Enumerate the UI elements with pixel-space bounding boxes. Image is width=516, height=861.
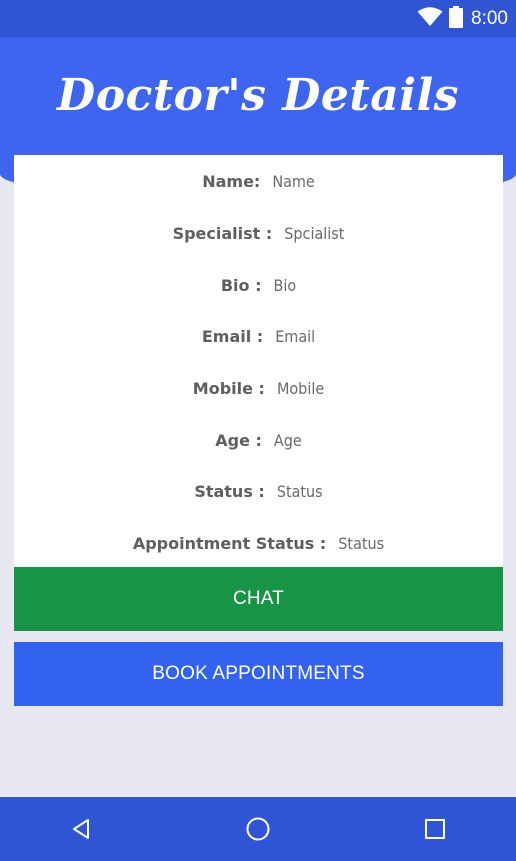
appointment-status-value: Status	[338, 533, 385, 553]
status-label: Status :	[194, 481, 265, 501]
bio-value: Bio	[273, 275, 297, 295]
name-value: Name	[272, 171, 315, 191]
book-appointments-button[interactable]: BOOK APPOINTMENTS	[14, 642, 503, 706]
age-value: Age	[273, 430, 302, 450]
status-time: 8:00	[471, 8, 508, 29]
recents-icon[interactable]	[417, 811, 453, 847]
specialist-value: Spcialist	[284, 223, 345, 243]
specialist-label: Specialist :	[172, 223, 273, 243]
detail-row-status: Status : Status	[14, 479, 503, 503]
wifi-icon	[417, 7, 443, 31]
name-label: Name:	[202, 171, 261, 191]
details-card: Name: Name Specialist : Spcialist Bio : …	[14, 155, 503, 567]
mobile-label: Mobile :	[192, 378, 265, 398]
detail-row-bio: Bio : Bio	[14, 273, 503, 297]
status-bar: 8:00	[0, 0, 516, 37]
status-icons: 8:00	[417, 6, 508, 32]
detail-row-specialist: Specialist : Spcialist	[14, 221, 503, 245]
detail-row-name: Name: Name	[14, 169, 503, 193]
home-icon[interactable]	[240, 811, 276, 847]
age-label: Age :	[215, 430, 262, 450]
detail-row-email: Email : Email	[14, 324, 503, 348]
page-title: Doctor's Details	[57, 70, 459, 121]
appointment-status-label: Appointment Status :	[132, 533, 327, 553]
chat-button[interactable]: CHAT	[14, 567, 503, 631]
detail-row-mobile: Mobile : Mobile	[14, 376, 503, 400]
back-icon[interactable]	[63, 811, 99, 847]
bio-label: Bio :	[220, 275, 262, 295]
email-value: Email	[275, 326, 316, 346]
email-label: Email :	[201, 326, 264, 346]
navigation-bar	[0, 797, 516, 861]
detail-row-age: Age : Age	[14, 428, 503, 452]
detail-row-appointment-status: Appointment Status : Status	[14, 531, 503, 555]
battery-icon	[449, 6, 464, 32]
mobile-value: Mobile	[276, 378, 325, 398]
status-value: Status	[276, 481, 323, 501]
